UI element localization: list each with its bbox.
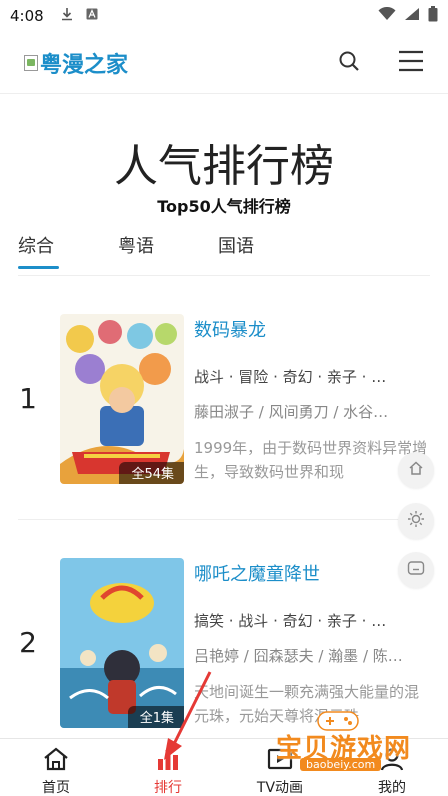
logo-image-placeholder [24,54,38,71]
watermark: 宝贝游戏网 baobeiy.com [272,706,442,792]
wifi-icon [378,6,396,25]
download-icon [60,7,74,25]
tab-cantonese[interactable]: 粤语 [118,226,218,275]
theme-toggle-button[interactable] [398,503,434,539]
page-subtitle: Top50人气排行榜 [157,197,291,216]
cast-list: 藤田淑子 / 风间勇刀 / 水谷… [194,403,389,421]
anime-title[interactable]: 哪吒之魔童降世 [194,560,430,590]
genre-tags: 搞笑 · 战斗 · 奇幻 · 亲子 · … [194,612,387,630]
nav-home[interactable]: 首页 [0,739,112,796]
annotation-arrow [164,671,212,760]
home-float-button[interactable] [398,452,434,488]
tab-comprehensive[interactable]: 综合 [18,226,118,275]
page-title: 人气排行榜 [114,141,334,192]
menu-icon[interactable] [398,50,424,76]
sun-icon [407,510,425,532]
site-logo[interactable]: 粤漫之家 [24,47,128,79]
genre-tags: 战斗 · 冒险 · 奇幻 · 亲子 · … [194,368,387,386]
nav-home-label: 首页 [42,780,70,796]
ranking-item[interactable]: 1 全54集 数码暴龙 战斗 · 冒险 · 奇幻 · 亲子 · … 藤田淑子 /… [18,312,430,492]
feedback-float-button[interactable] [398,552,434,588]
rank-number: 1 [19,382,37,415]
nav-ranking-label: 排行 [154,780,182,796]
message-icon [407,560,425,580]
tab-mandarin[interactable]: 国语 [218,226,318,275]
battery-icon [428,6,438,26]
description: 1999年，由于数码世界资料异常增生，导致数码世界和现 [194,439,428,481]
episode-count: 全54集 [119,462,184,484]
cast-list: 吕艳婷 / 囧森瑟夫 / 瀚墨 / 陈… [194,647,403,665]
cover-image[interactable]: 全54集 [60,314,184,484]
app-notification-icon [86,8,98,24]
signal-icon [404,7,420,25]
app-header: 粤漫之家 [0,32,448,94]
ranking-item[interactable]: 2 全1集 哪吒之魔童降世 搞笑 · 战斗 · 奇幻 · 亲子 · … 吕艳婷 … [18,519,430,728]
watermark-url: baobeiy.com [300,758,382,771]
category-tabs: 综合 粤语 国语 [18,226,430,276]
home-icon [408,460,424,480]
status-bar: 4:08 [0,0,448,32]
home-icon [43,747,69,775]
anime-title[interactable]: 数码暴龙 [194,316,430,346]
search-icon[interactable] [338,50,360,76]
logo-text: 粤漫之家 [40,52,129,78]
rank-number: 2 [19,626,37,659]
status-time: 4:08 [10,7,44,25]
